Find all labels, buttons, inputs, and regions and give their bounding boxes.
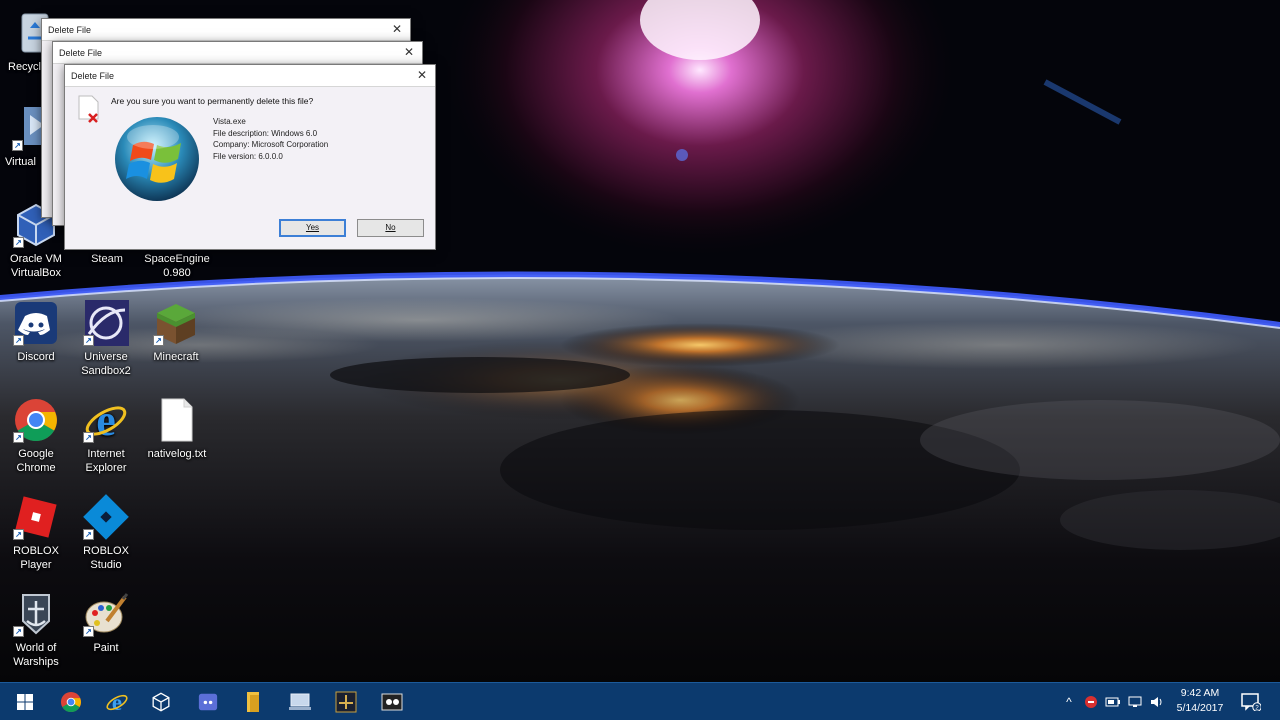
taskbar-file-explorer[interactable]: [231, 683, 277, 720]
chrome-icon: ↗: [13, 397, 59, 443]
volume-icon[interactable]: [1146, 683, 1168, 720]
dialog-title: Delete File: [59, 48, 103, 58]
dialog-titlebar[interactable]: Delete File ✕: [42, 19, 410, 41]
shortcut-arrow-icon: ↗: [83, 432, 94, 443]
file-name: Vista.exe: [213, 117, 246, 126]
shortcut-arrow-icon: ↗: [13, 335, 24, 346]
yes-button[interactable]: Yes: [279, 219, 346, 237]
windows-start-icon: [17, 694, 33, 710]
world-of-warships-shortcut[interactable]: ↗ World of Warships: [1, 591, 71, 669]
virtualbox-icon: [152, 692, 170, 712]
shortcut-arrow-icon: ↗: [83, 626, 94, 637]
no-button-label: No: [385, 223, 396, 232]
taskbar-spaceengine[interactable]: [323, 683, 369, 720]
world-of-warships-icon: ↗: [13, 591, 59, 637]
file-company: Company: Microsoft Corporation: [213, 140, 329, 149]
close-icon[interactable]: ✕: [402, 45, 416, 59]
roblox-player-icon: ↗: [13, 494, 59, 540]
close-icon[interactable]: ✕: [390, 22, 404, 36]
antivirus-tray-icon[interactable]: [1080, 683, 1102, 720]
file-description: File description: Windows 6.0: [213, 128, 318, 138]
nativelog-txt-file[interactable]: nativelog.txt: [142, 397, 212, 461]
discord-icon: [198, 693, 218, 711]
close-icon[interactable]: ✕: [415, 68, 429, 82]
show-hidden-icons-chevron-up-icon[interactable]: ^: [1058, 683, 1080, 720]
dialog-title: Delete File: [71, 71, 115, 81]
roblox-studio-icon: ↗: [83, 494, 129, 540]
file-version: File version: 6.0.0.0: [213, 151, 283, 161]
taskbar: e ^ 9:42 AM 5/14/2017 2: [0, 682, 1280, 720]
shortcut-arrow-icon: ↗: [13, 237, 24, 248]
dialog-titlebar[interactable]: Delete File ✕: [53, 42, 422, 64]
universe-sandbox-icon: ↗: [83, 300, 129, 346]
paint-shortcut[interactable]: ↗ Paint: [71, 591, 141, 655]
roblox-studio-shortcut[interactable]: ↗ ROBLOX Studio: [71, 494, 141, 572]
delete-confirmation-question: Are you sure you want to permanently del…: [111, 96, 314, 106]
taskbar-media[interactable]: [369, 683, 415, 720]
dialog-body: Are you sure you want to permanently del…: [65, 87, 435, 249]
delete-file-dialog[interactable]: Delete File ✕ Are you sure you want to p…: [64, 64, 436, 250]
dialog-titlebar[interactable]: Delete File ✕: [65, 65, 435, 87]
shortcut-arrow-icon: ↗: [83, 335, 94, 346]
system-tray: ^: [1058, 683, 1168, 720]
taskbar-discord[interactable]: [185, 683, 231, 720]
taskbar-chrome[interactable]: [48, 683, 94, 720]
internet-explorer-shortcut[interactable]: e ↗ Internet Explorer: [71, 397, 141, 475]
start-button[interactable]: [2, 683, 48, 720]
discord-shortcut[interactable]: ↗ Discord: [1, 300, 71, 364]
internet-explorer-icon: e ↗: [83, 397, 129, 443]
shortcut-arrow-icon: ↗: [13, 626, 24, 637]
folder-icon: [247, 692, 259, 712]
roblox-player-shortcut[interactable]: ↗ ROBLOX Player: [1, 494, 71, 572]
windows-vista-logo-icon: [113, 115, 201, 203]
battery-tray-icon[interactable]: [1102, 683, 1124, 720]
notification-count: 2: [1255, 705, 1259, 712]
svg-text:e: e: [96, 397, 116, 443]
action-center-button[interactable]: 2: [1236, 683, 1266, 720]
universe-sandbox2-shortcut[interactable]: ↗ Universe Sandbox2: [71, 300, 141, 378]
chrome-icon: [60, 691, 82, 713]
discord-icon: ↗: [13, 300, 59, 346]
shortcut-arrow-icon: ↗: [83, 529, 94, 540]
media-player-icon: [381, 693, 403, 711]
file-details: Vista.exe File description: Windows 6.0 …: [213, 116, 328, 162]
yes-button-label: Yes: [305, 223, 320, 232]
taskbar-internet-explorer[interactable]: e: [94, 683, 140, 720]
shortcut-arrow-icon: ↗: [153, 335, 164, 346]
no-button[interactable]: No: [357, 219, 424, 237]
internet-explorer-icon: e: [106, 690, 128, 714]
minecraft-shortcut[interactable]: ↗ Minecraft: [141, 300, 211, 364]
taskbar-network[interactable]: [277, 683, 323, 720]
shortcut-arrow-icon: ↗: [13, 432, 24, 443]
shortcut-arrow-icon: ↗: [13, 529, 24, 540]
notification-icon: 2: [1241, 693, 1261, 711]
delete-file-icon: [77, 95, 101, 123]
network-computer-icon: [289, 693, 311, 710]
paint-palette-icon: ↗: [83, 591, 129, 637]
minecraft-grass-block-icon: ↗: [153, 300, 199, 346]
spaceengine-icon: [335, 691, 357, 713]
clock-time: 9:42 AM: [1180, 687, 1220, 699]
google-chrome-shortcut[interactable]: ↗ Google Chrome: [1, 397, 71, 475]
dialog-title: Delete File: [48, 25, 92, 35]
network-tray-icon[interactable]: [1124, 683, 1146, 720]
clock-date: 5/14/2017: [1176, 702, 1224, 714]
shortcut-arrow-icon: ↗: [12, 140, 23, 151]
svg-text:e: e: [112, 690, 122, 714]
taskbar-clock[interactable]: 9:42 AM 5/14/2017: [1172, 686, 1228, 716]
taskbar-virtualbox[interactable]: [138, 683, 184, 720]
text-file-icon: [154, 397, 200, 443]
